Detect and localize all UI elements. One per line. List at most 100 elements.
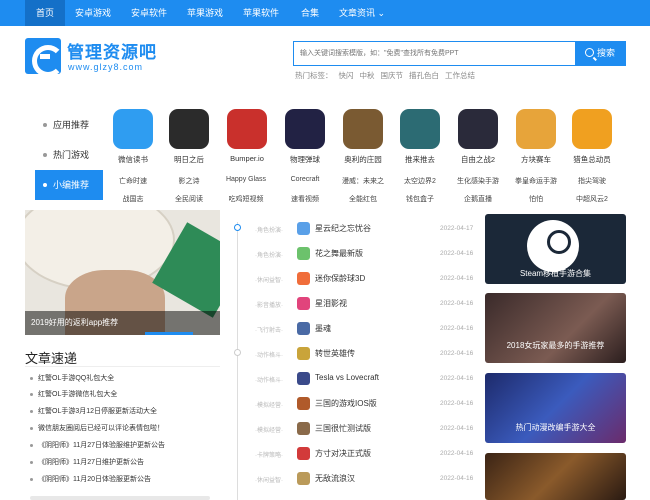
app-item[interactable]: 推来推去 bbox=[395, 109, 445, 165]
list-title: 墨魂 bbox=[315, 324, 331, 333]
tab-label: 小编推荐 bbox=[53, 180, 90, 190]
app-item[interactable]: 明日之后 bbox=[164, 109, 214, 165]
article-link[interactable]: 《阴阳师》11月20日体验服更新公告 bbox=[38, 474, 151, 484]
tag-link[interactable]: 怕怕 bbox=[506, 194, 566, 204]
feature-card-steam[interactable]: Steam移植手游合集 bbox=[485, 214, 626, 284]
tag-link[interactable]: 战国志 bbox=[103, 194, 163, 204]
divider bbox=[25, 366, 220, 367]
app-item[interactable]: 方块赛车 bbox=[511, 109, 561, 165]
list-category: ·动作格斗· bbox=[255, 353, 283, 359]
card-caption: Steam移植手游合集 bbox=[519, 269, 592, 278]
list-category: ·动作格斗· bbox=[255, 378, 283, 384]
tab-editor-picks[interactable]: 小编推荐 bbox=[35, 170, 103, 200]
app-item[interactable]: 自由之战2 bbox=[453, 109, 503, 165]
tag-link[interactable]: 影之诗 bbox=[159, 176, 219, 186]
article-link[interactable]: 红警OL手游QQ礼包大全 bbox=[38, 373, 114, 383]
article-link[interactable]: 红警OL手游3月12日停服更新活动大全 bbox=[38, 406, 157, 416]
tag-link[interactable]: 亡命时速 bbox=[103, 176, 163, 186]
game-icon bbox=[297, 297, 310, 310]
tag-link[interactable]: 生化感染手游 bbox=[448, 176, 508, 186]
feature-card-cards[interactable] bbox=[485, 453, 626, 500]
app-item[interactable]: 奥利的庄园 bbox=[338, 109, 388, 165]
list-title: 无敌流浪汉 bbox=[315, 474, 355, 483]
app-icon bbox=[458, 109, 498, 149]
tag-link[interactable]: 全能红包 bbox=[333, 194, 393, 204]
game-icon bbox=[297, 247, 310, 260]
search-button-label: 搜索 bbox=[596, 48, 615, 58]
list-title: 星云纪之忘忧谷 bbox=[315, 224, 371, 233]
tag-link[interactable]: 指尖驾驶 bbox=[562, 176, 622, 186]
article-link[interactable]: 《阴阳师》11月27日维护更新公告 bbox=[38, 457, 144, 467]
list-title: 方寸对决正式版 bbox=[315, 449, 371, 458]
list-date: 2022-04-16 bbox=[440, 450, 474, 457]
tag-link[interactable]: 拳皇命运手游 bbox=[506, 176, 566, 186]
list-date: 2022-04-16 bbox=[440, 275, 474, 282]
app-icon bbox=[285, 109, 325, 149]
nav-item-android-software[interactable]: 安卓软件 bbox=[124, 0, 174, 26]
app-item[interactable]: 猎鱼总动员 bbox=[567, 109, 617, 165]
banner-indicator[interactable] bbox=[145, 332, 193, 335]
article-link[interactable]: 《阴阳师》11月27日体验服维护更新公告 bbox=[38, 440, 165, 450]
feature-card-female-players[interactable]: 2018女玩家最多的手游推荐 bbox=[485, 293, 626, 363]
app-name: Bumper.io bbox=[230, 154, 264, 163]
nav-item-android-games[interactable]: 安卓游戏 bbox=[68, 0, 118, 26]
tag-link[interactable]: 中超风云2 bbox=[562, 194, 622, 204]
nav-item-articles[interactable]: 文章资讯 ⌄ bbox=[334, 0, 390, 26]
search-button[interactable]: 搜索 bbox=[575, 42, 625, 65]
game-icon bbox=[297, 422, 310, 435]
list-date: 2022-04-16 bbox=[440, 300, 474, 307]
tag-link[interactable]: 太空边界2 bbox=[390, 176, 450, 186]
hot-tag[interactable]: 描孔色白 bbox=[409, 71, 439, 80]
tab-app-recommend[interactable]: 应用推荐 bbox=[35, 110, 103, 140]
nav-item-collections[interactable]: 合集 bbox=[292, 0, 328, 26]
hot-tag[interactable]: 国庆节 bbox=[381, 71, 404, 80]
tag-link[interactable]: Happy Glass bbox=[216, 176, 276, 183]
featured-banner[interactable]: 2019好用的返利app推荐 bbox=[25, 210, 220, 335]
nav-item-apple-games[interactable]: 苹果游戏 bbox=[180, 0, 230, 26]
list-date: 2022-04-16 bbox=[440, 400, 474, 407]
logo-title: 管理资源吧 bbox=[67, 43, 157, 62]
logo-icon bbox=[25, 38, 64, 77]
hot-tag[interactable]: 工作总结 bbox=[445, 71, 475, 80]
tab-hot-games[interactable]: 热门游戏 bbox=[35, 140, 103, 170]
app-item[interactable]: 物理弹球 bbox=[280, 109, 330, 165]
timeline-dot bbox=[234, 349, 241, 356]
app-item[interactable]: Bumper.io bbox=[222, 109, 272, 163]
article-link[interactable]: 微信朋友圈阅后已经可以评论表情包啦！ bbox=[38, 423, 164, 433]
app-name: 明日之后 bbox=[174, 155, 204, 164]
nav-item-apple-software[interactable]: 苹果软件 bbox=[236, 0, 286, 26]
timeline-line bbox=[237, 222, 238, 500]
tag-link[interactable]: 企鹅直播 bbox=[448, 194, 508, 204]
bullet-dot bbox=[43, 123, 47, 127]
game-icon bbox=[297, 322, 310, 335]
hot-tag[interactable]: 中秋 bbox=[360, 71, 375, 80]
tag-link[interactable]: 全民阅读 bbox=[159, 194, 219, 204]
bullet-dot bbox=[30, 461, 33, 464]
tag-link[interactable]: 速看视频 bbox=[275, 194, 335, 204]
app-item[interactable]: 微信读书 bbox=[108, 109, 158, 165]
article-link[interactable]: 红警OL手游微信礼包大全 bbox=[38, 389, 117, 399]
app-icon bbox=[343, 109, 383, 149]
list-title: 转世英雄传 bbox=[315, 349, 355, 358]
feature-card-anime[interactable]: 热门动漫改编手游大全 bbox=[485, 373, 626, 443]
tag-link[interactable]: 钱包盒子 bbox=[390, 194, 450, 204]
search-input[interactable] bbox=[294, 42, 576, 65]
game-icon bbox=[297, 372, 310, 385]
app-icon bbox=[169, 109, 209, 149]
app-name: 微信读书 bbox=[118, 155, 148, 164]
card-caption: 2018女玩家最多的手游推荐 bbox=[506, 341, 605, 350]
list-category: ·角色扮演· bbox=[255, 228, 283, 234]
list-category: ·卡牌策略· bbox=[255, 453, 283, 459]
list-category: ·休闲益智· bbox=[255, 278, 283, 284]
hot-tag[interactable]: 快闪 bbox=[339, 71, 354, 80]
app-name: 方块赛车 bbox=[521, 155, 551, 164]
list-title: 三国的游戏IOS版 bbox=[315, 399, 377, 408]
hot-tags-label: 热门标签： bbox=[295, 71, 333, 80]
list-category: ·模拟经营· bbox=[255, 428, 283, 434]
tag-link[interactable]: 漫威：未来之 bbox=[333, 176, 393, 186]
tag-link[interactable]: Corecraft bbox=[275, 176, 335, 183]
list-category: ·飞行射击· bbox=[255, 328, 283, 334]
tag-link[interactable]: 吃鸡短视频 bbox=[216, 194, 276, 204]
nav-item-home[interactable]: 首页 bbox=[25, 0, 65, 26]
game-icon bbox=[297, 472, 310, 485]
